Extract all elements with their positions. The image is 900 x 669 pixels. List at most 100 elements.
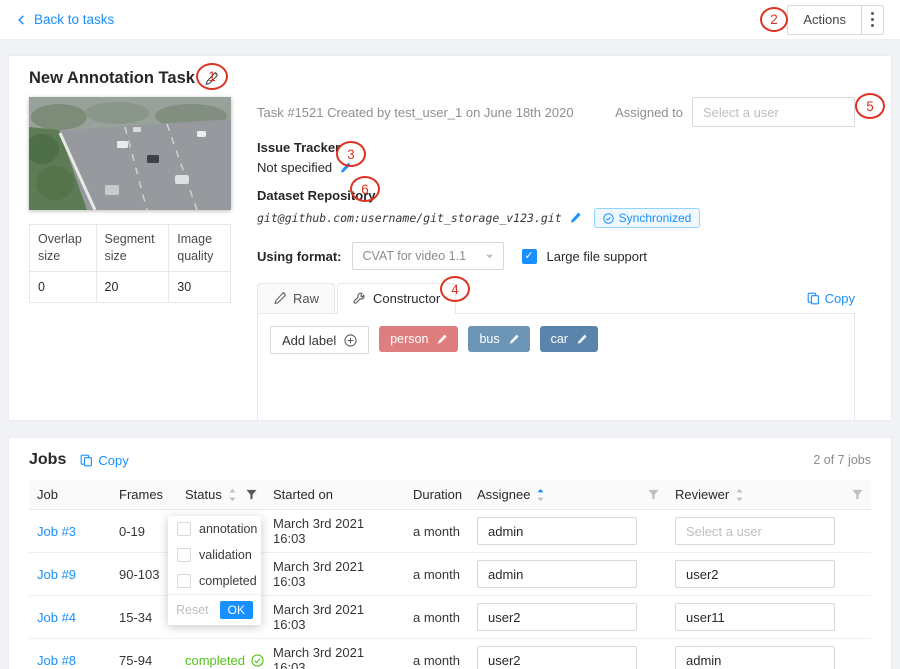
assignee-sort-icon[interactable] <box>536 488 545 502</box>
dataset-repository-block: Dataset Repository git@github.com:userna… <box>257 188 855 228</box>
validation-checkbox[interactable] <box>177 548 191 562</box>
sync-check-icon <box>603 213 614 224</box>
edit-repository-icon[interactable] <box>569 212 581 224</box>
assignee-filter-icon[interactable] <box>648 489 659 500</box>
filter-option-validation[interactable]: validation <box>168 542 261 568</box>
job-3-assignee-input[interactable] <box>477 517 637 545</box>
edit-label-bus-icon[interactable] <box>508 334 519 345</box>
constructor-tool-icon <box>353 292 366 305</box>
task-meta-row: Task #1521 Created by test_user_1 on Jun… <box>257 97 855 127</box>
back-to-tasks-label: Back to tasks <box>34 12 114 27</box>
job-4-started: March 3rd 2021 16:03 <box>265 596 405 639</box>
task-title-row: New Annotation Task <box>29 69 871 88</box>
actions-button-group: Actions <box>787 5 884 35</box>
copy-labels-button[interactable]: Copy <box>807 291 855 306</box>
edit-task-name-icon[interactable] <box>204 72 218 86</box>
status-sort-icon[interactable] <box>228 488 237 502</box>
filter-reset-button[interactable]: Reset <box>176 603 209 617</box>
column-header-frames: Frames <box>111 480 177 510</box>
format-select[interactable]: CVAT for video 1.1 <box>352 242 504 270</box>
job-3-link[interactable]: Job #3 <box>37 524 76 539</box>
chevron-left-icon <box>16 14 27 26</box>
jobs-table: Job Frames Status Started on Duration <box>29 480 871 669</box>
edit-issue-tracker-icon[interactable] <box>339 162 351 174</box>
param-value-segment: 20 <box>96 272 169 303</box>
filter-option-completed[interactable]: completed <box>168 568 261 594</box>
task-title: New Annotation Task <box>29 69 195 88</box>
label-tag-person[interactable]: person <box>379 326 458 352</box>
edit-label-car-icon[interactable] <box>576 334 587 345</box>
column-header-duration: Duration <box>405 480 469 510</box>
job-8-status: completed <box>185 653 257 668</box>
jobs-header: Jobs Copy 2 of 7 jobs <box>29 451 871 469</box>
actions-more-button[interactable] <box>861 6 883 34</box>
reviewer-filter-icon[interactable] <box>852 489 863 500</box>
job-9-reviewer-input[interactable] <box>675 560 835 588</box>
job-9-assignee-input[interactable] <box>477 560 637 588</box>
job-9-link[interactable]: Job #9 <box>37 567 76 582</box>
using-format-label: Using format: <box>257 249 342 264</box>
more-vertical-icon <box>871 11 874 29</box>
job-8-started: March 3rd 2021 16:03 <box>265 639 405 669</box>
table-row-job4: Job #4 15-34 March 3rd 2021 16:03 a mont… <box>29 596 871 639</box>
large-file-support-label: Large file support <box>547 249 647 264</box>
copy-icon <box>807 292 820 305</box>
large-file-support-checkbox[interactable]: ✓ <box>522 249 537 264</box>
jobs-table-header-row: Job Frames Status Started on Duration <box>29 480 871 510</box>
job-8-duration: a month <box>405 639 469 669</box>
filter-ok-button[interactable]: OK <box>220 601 253 619</box>
column-header-reviewer: Reviewer <box>675 487 729 502</box>
label-person-name: person <box>390 332 428 346</box>
label-tag-car[interactable]: car <box>540 326 598 352</box>
job-3-reviewer-input[interactable] <box>675 517 835 545</box>
chevron-down-icon <box>485 252 494 261</box>
param-header-segment: Segment size <box>96 225 169 272</box>
copy-icon <box>80 454 93 467</box>
labels-tabs-bar: Raw Constructor Copy <box>257 283 855 314</box>
filter-option-completed-label: completed <box>199 574 257 588</box>
issue-tracker-label: Issue Tracker <box>257 140 855 155</box>
copy-jobs-button[interactable]: Copy <box>80 453 128 468</box>
annotation-checkbox[interactable] <box>177 522 191 536</box>
jobs-title: Jobs <box>29 451 66 469</box>
reviewer-sort-icon[interactable] <box>735 488 744 502</box>
label-bus-name: bus <box>479 332 499 346</box>
job-8-frames: 75-94 <box>111 639 177 669</box>
task-meta-text: Task #1521 Created by test_user_1 on Jun… <box>257 105 574 120</box>
task-body: Overlap size Segment size Image quality … <box>29 97 871 421</box>
job-8-assignee-input[interactable] <box>477 646 637 669</box>
label-car-name: car <box>551 332 568 346</box>
jobs-card: Jobs Copy 2 of 7 jobs Job Frames Status <box>8 437 892 669</box>
status-filter-dropdown: annotation validation completed Reset OK <box>168 516 261 625</box>
dataset-repository-label: Dataset Repository <box>257 188 855 203</box>
job-4-assignee-input[interactable] <box>477 603 637 631</box>
job-8-reviewer-input[interactable] <box>675 646 835 669</box>
copy-labels-label: Copy <box>825 291 855 306</box>
task-assignee-select[interactable] <box>692 97 855 127</box>
actions-button[interactable]: Actions <box>788 6 861 34</box>
param-value-quality: 30 <box>169 272 231 303</box>
task-left-column: Overlap size Segment size Image quality … <box>29 97 231 421</box>
filter-option-annotation[interactable]: annotation <box>168 516 261 542</box>
job-4-reviewer-input[interactable] <box>675 603 835 631</box>
task-details-card: New Annotation Task <box>8 55 892 421</box>
table-row-job9: Job #9 90-103 March 3rd 2021 16:03 a mon… <box>29 553 871 596</box>
add-label-text: Add label <box>282 333 336 348</box>
add-label-button[interactable]: Add label <box>270 326 369 354</box>
job-9-started: March 3rd 2021 16:03 <box>265 553 405 596</box>
tab-raw[interactable]: Raw <box>257 283 335 313</box>
tab-constructor[interactable]: Constructor <box>337 283 456 313</box>
back-to-tasks-link[interactable]: Back to tasks <box>16 12 114 27</box>
sync-badge-label: Synchronized <box>619 211 692 225</box>
check-circle-icon <box>251 654 264 667</box>
sync-status-badge[interactable]: Synchronized <box>594 208 701 228</box>
status-filter-icon[interactable] <box>246 489 257 500</box>
job-8-link[interactable]: Job #8 <box>37 653 76 668</box>
issue-tracker-value: Not specified <box>257 160 332 175</box>
completed-checkbox[interactable] <box>177 574 191 588</box>
label-tag-bus[interactable]: bus <box>468 326 529 352</box>
job-4-link[interactable]: Job #4 <box>37 610 76 625</box>
edit-label-person-icon[interactable] <box>436 334 447 345</box>
plus-circle-icon <box>344 334 357 347</box>
table-row-job3: Job #3 0-19 March 3rd 2021 16:03 a month <box>29 510 871 553</box>
